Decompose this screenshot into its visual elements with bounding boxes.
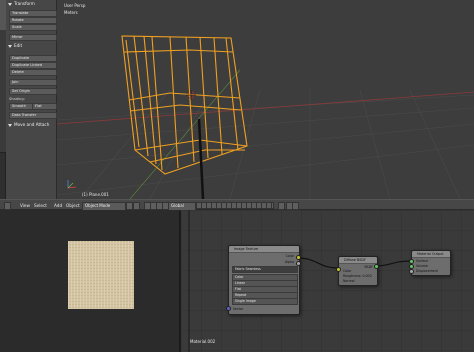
edit-header-label: Edit [14, 43, 23, 48]
material-output-title: Material Output [412, 251, 450, 258]
history-panel-header[interactable]: Move and Attach [7, 122, 55, 128]
surface-input-label: Surface [416, 259, 429, 263]
add-menu[interactable]: Add [54, 203, 62, 208]
color-output-label: Color [285, 254, 294, 258]
active-object-name: (1) Plane.001 [82, 192, 109, 197]
object-menu[interactable]: Object [66, 203, 80, 208]
axis-gizmo-icon [67, 180, 77, 189]
smooth-button[interactable]: Smooth [9, 103, 34, 110]
node-editor[interactable] [181, 210, 474, 352]
view-menu[interactable]: View [20, 203, 30, 208]
floor-grid [57, 89, 474, 199]
viewport-title: User Persp [64, 3, 86, 8]
transform-header-label: Transform [14, 1, 35, 6]
x-axis-line [57, 91, 474, 125]
shading-mode-icon[interactable] [126, 202, 133, 210]
normal-input-label: Normal [343, 279, 355, 283]
rotate-button[interactable]: Rotate [9, 17, 57, 24]
fabric-texture-image [68, 241, 134, 309]
color-output-socket[interactable] [296, 255, 301, 260]
image-texture-node[interactable]: Image Texture Color Alpha Fabric Seamles… [228, 245, 300, 315]
alpha-output-socket[interactable] [296, 261, 301, 266]
shading-label: Shading: [9, 97, 25, 101]
scale-button[interactable]: Scale [9, 24, 57, 31]
mirror-button[interactable]: Mirror [9, 34, 57, 41]
displacement-input-label: Displacement [416, 269, 438, 273]
collapse-icon [8, 44, 12, 48]
toolshelf: Transform Translate Rotate Scale Mirror … [6, 0, 57, 205]
duplicate-linked-button[interactable]: Duplicate Linked [9, 62, 57, 69]
displacement-input-socket[interactable] [409, 269, 414, 274]
diffuse-node-title: Diffuse BSDF [339, 257, 377, 264]
vector-input-label: Vector [233, 307, 244, 311]
layer-buttons[interactable] [196, 202, 274, 209]
history-header-label: Move and Attach [14, 122, 50, 127]
alpha-output-label: Alpha [284, 260, 294, 264]
pole-object [197, 118, 205, 199]
join-button[interactable]: Join [9, 79, 57, 86]
lock-layers-icon[interactable] [278, 202, 285, 210]
diffuse-bsdf-node[interactable]: Diffuse BSDF BSDF Color Roughness: 0.000… [338, 256, 378, 286]
material-name-label: Material.002 [190, 339, 216, 344]
collapse-icon [8, 123, 12, 127]
delete-button[interactable]: Delete [9, 69, 57, 76]
bsdf-output-socket[interactable] [374, 264, 379, 269]
bsdf-output-label: BSDF [364, 265, 373, 269]
translate-button[interactable]: Translate [9, 10, 57, 17]
collapse-icon [8, 2, 12, 6]
edit-panel-header[interactable]: Edit [7, 43, 55, 49]
transform-panel-header[interactable]: Transform [7, 1, 55, 7]
viewport-scene [57, 35, 474, 199]
pivot-point-icon[interactable] [133, 202, 140, 210]
3d-viewport[interactable] [57, 0, 474, 199]
selected-mesh-outline [121, 35, 248, 175]
snap-target-icon[interactable] [292, 202, 299, 210]
3d-view-header: View Select Add Object Object Mode Globa… [0, 199, 474, 211]
image-texture-node-title: Image Texture [229, 246, 299, 253]
vector-input-socket[interactable] [226, 306, 231, 311]
flat-button[interactable]: Flat [32, 103, 57, 110]
viewport-units: Meters [64, 10, 78, 15]
diffuse-color-label: Color [343, 269, 352, 273]
duplicate-button[interactable]: Duplicate [9, 55, 57, 62]
set-origin-dropdown[interactable]: Set Origin [9, 88, 57, 95]
select-menu[interactable]: Select [34, 203, 47, 208]
material-output-node[interactable]: Material Output Surface Volume Displacem… [411, 250, 451, 276]
source-dropdown[interactable]: Single Image [232, 298, 298, 305]
image-field[interactable]: Fabric Seamless [232, 266, 298, 273]
roughness-field[interactable]: Roughness: 0.000 [343, 274, 372, 278]
diffuse-color-socket[interactable] [336, 267, 341, 272]
editor-type-icon[interactable] [4, 202, 11, 210]
data-transfer-button[interactable]: Data Transfer [9, 112, 57, 119]
volume-input-label: Volume [416, 264, 428, 268]
